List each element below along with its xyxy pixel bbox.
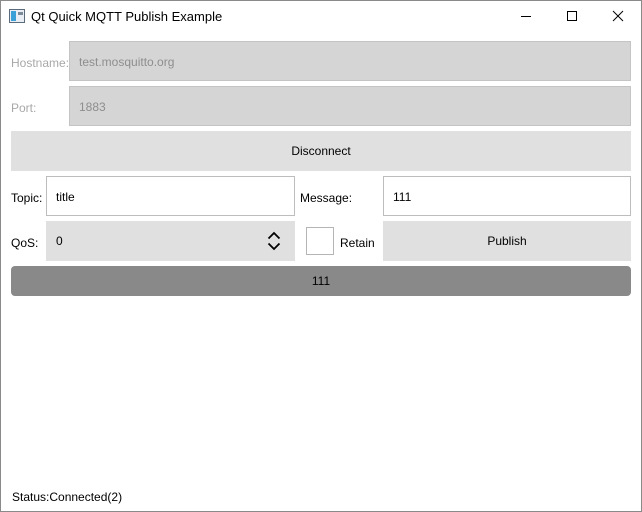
port-field[interactable]: 1883 (69, 86, 631, 126)
chevron-up-down-icon[interactable] (267, 231, 281, 251)
app-window-icon (9, 9, 25, 23)
retain-checkbox[interactable] (306, 227, 334, 255)
retain-label: Retain (340, 236, 375, 250)
hostname-field[interactable]: test.mosquitto.org (69, 41, 631, 81)
message-label: Message: (300, 191, 353, 205)
disconnect-button[interactable]: Disconnect (11, 131, 631, 171)
publish-button[interactable]: Publish (383, 221, 631, 261)
window-title: Qt Quick MQTT Publish Example (31, 9, 223, 24)
maximize-icon (567, 11, 577, 21)
hostname-label: Hostname: (11, 56, 70, 70)
topic-field[interactable]: title (46, 176, 295, 216)
topic-label: Topic: (11, 191, 43, 205)
qos-spinbox[interactable]: 0 (46, 221, 295, 261)
close-button[interactable] (595, 1, 641, 31)
port-label: Port: (11, 101, 37, 115)
maximize-button[interactable] (549, 1, 595, 31)
message-field[interactable]: 111 (383, 176, 631, 216)
close-icon (612, 10, 624, 22)
app-window: Qt Quick MQTT Publish Example Hostname: … (0, 0, 642, 512)
message-list-item[interactable]: 111 (11, 266, 631, 296)
title-bar[interactable]: Qt Quick MQTT Publish Example (1, 1, 641, 31)
status-text: Status:Connected(2) (12, 490, 123, 504)
qos-label: QoS: (11, 236, 39, 250)
minimize-icon (521, 16, 531, 17)
qos-value: 0 (56, 234, 63, 248)
minimize-button[interactable] (503, 1, 549, 31)
